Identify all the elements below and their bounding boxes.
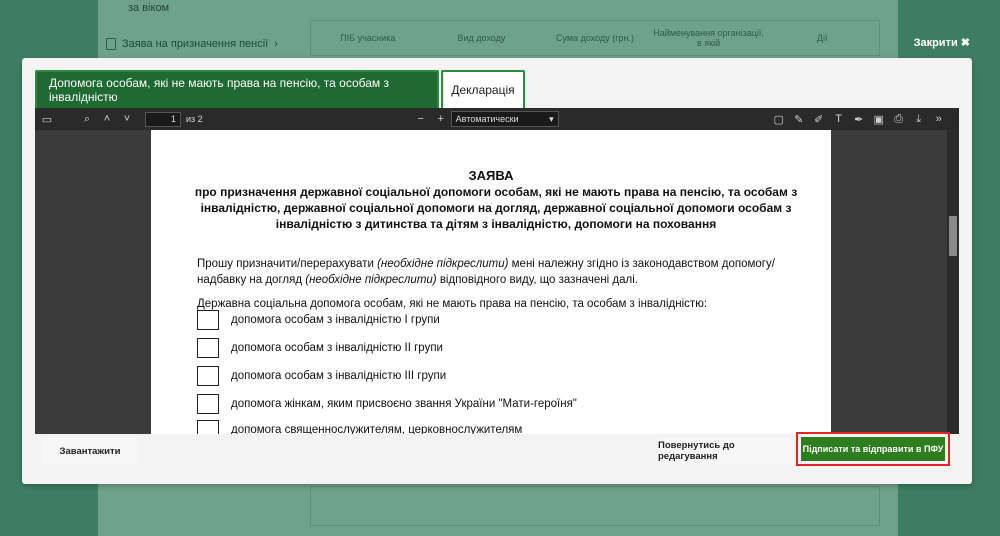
para1-note-2: (необхідне підкреслити) — [305, 274, 437, 286]
background-table-footer — [310, 486, 880, 526]
more-tools-icon[interactable]: » — [929, 108, 949, 130]
zoom-out-icon[interactable]: − — [411, 108, 431, 130]
background-table-header: ПІБ учасника Вид доходу Сума доходу (грн… — [310, 20, 880, 56]
document-subtitle: про призначення державної соціальної доп… — [194, 185, 798, 231]
option-row: допомога особам з інвалідністю ІІІ групи — [197, 366, 446, 386]
download-button[interactable]: Завантажити — [42, 438, 138, 464]
option-checkbox[interactable] — [197, 310, 219, 330]
option-checkbox[interactable] — [197, 366, 219, 386]
zoom-in-icon[interactable]: + — [431, 108, 451, 130]
document-title: ЗАЯВА — [468, 168, 514, 183]
page-total: из 2 — [186, 114, 203, 124]
option-checkbox[interactable] — [197, 420, 219, 434]
pdf-document-area: ЗАЯВА про призначення державної соціальн… — [35, 130, 959, 434]
image-icon[interactable]: ▣ — [869, 108, 889, 130]
sign-and-send-button[interactable]: Підписати та відправити в ПФУ — [801, 437, 945, 461]
pdf-page: ЗАЯВА про призначення державної соціальн… — [151, 130, 831, 434]
sign-button-highlight: Підписати та відправити в ПФУ — [796, 432, 950, 466]
option-label: допомога священнослужителям, церковнослу… — [231, 424, 523, 434]
tab-declaration[interactable]: Декларація — [441, 70, 525, 108]
background-text: за віком — [128, 2, 170, 14]
pdf-viewer: ▭ ⌕ ˄ ˅ 1 из 2 − + Автоматически ▾ ▢ ✎ ✐… — [35, 108, 959, 434]
edit-icon[interactable]: ✎ — [789, 108, 809, 130]
zoom-value: Автоматически — [455, 114, 519, 124]
scrollbar-thumb[interactable] — [949, 216, 957, 256]
pdf-scrollbar[interactable] — [947, 130, 959, 434]
comment-icon[interactable]: ▢ — [769, 108, 789, 130]
option-row: допомога особам з інвалідністю ІІ групи — [197, 338, 443, 358]
text-icon[interactable]: T — [829, 108, 849, 130]
document-request-paragraph: Прошу призначити/перерахувати (необхідне… — [197, 256, 817, 288]
back-to-edit-button[interactable]: Повернутись до редагування — [658, 438, 794, 464]
background-link-label: Заява на призначення пенсії — [122, 38, 269, 50]
bg-col-3: Найменування організації, в якій — [653, 28, 764, 48]
chevron-up-icon[interactable]: ˄ — [97, 108, 117, 130]
download-icon[interactable]: ⤓ — [909, 108, 929, 130]
para1-note-1: (необхідне підкреслити) — [377, 258, 509, 270]
option-row: допомога жінкам, яким присвоєно звання У… — [197, 394, 577, 414]
option-label: допомога жінкам, яким присвоєно звання У… — [231, 398, 577, 410]
chevron-down-icon[interactable]: ˅ — [117, 108, 137, 130]
sidebar-toggle-icon[interactable]: ▭ — [37, 108, 57, 130]
print-icon[interactable]: ⎙ — [889, 108, 909, 130]
background-pension-link: Заява на призначення пенсії › — [106, 38, 278, 50]
modal-dialog: Допомога особам, які не мають права на п… — [22, 58, 972, 484]
search-icon[interactable]: ⌕ — [77, 108, 97, 130]
option-row: допомога священнослужителям, церковнослу… — [197, 420, 522, 434]
para1-text-e: відповідного виду, що зазначені далі. — [436, 274, 638, 286]
close-modal-button[interactable]: Закрити ✖ — [914, 36, 970, 49]
tab-bar: Допомога особам, які не мають права на п… — [35, 70, 525, 108]
option-label: допомога особам з інвалідністю ІІІ групи — [231, 370, 447, 382]
option-label: допомога особам з інвалідністю І групи — [231, 314, 440, 326]
para1-text-a: Прошу призначити/перерахувати — [197, 258, 378, 270]
option-checkbox[interactable] — [197, 394, 219, 414]
option-checkbox[interactable] — [197, 338, 219, 358]
highlight-icon[interactable]: ✐ — [809, 108, 829, 130]
pdf-toolbar: ▭ ⌕ ˄ ˅ 1 из 2 − + Автоматически ▾ ▢ ✎ ✐… — [35, 108, 959, 130]
draw-icon[interactable]: ✒ — [849, 108, 869, 130]
page-number-input[interactable]: 1 — [145, 111, 181, 127]
tab-disability-assistance[interactable]: Допомога особам, які не мають права на п… — [35, 70, 439, 108]
zoom-select[interactable]: Автоматически ▾ — [450, 111, 559, 127]
bg-col-4: Дії — [816, 33, 828, 43]
chevron-right-icon: › — [274, 38, 278, 50]
option-label: допомога особам з інвалідністю ІІ групи — [231, 342, 443, 354]
bg-col-0: ПІБ учасника — [340, 33, 396, 43]
option-row: допомога особам з інвалідністю І групи — [197, 310, 440, 330]
bg-col-2: Сума доходу (грн.) — [556, 33, 634, 43]
document-icon — [106, 38, 116, 50]
chevron-down-icon: ▾ — [549, 113, 554, 124]
bg-col-1: Вид доходу — [457, 33, 506, 43]
